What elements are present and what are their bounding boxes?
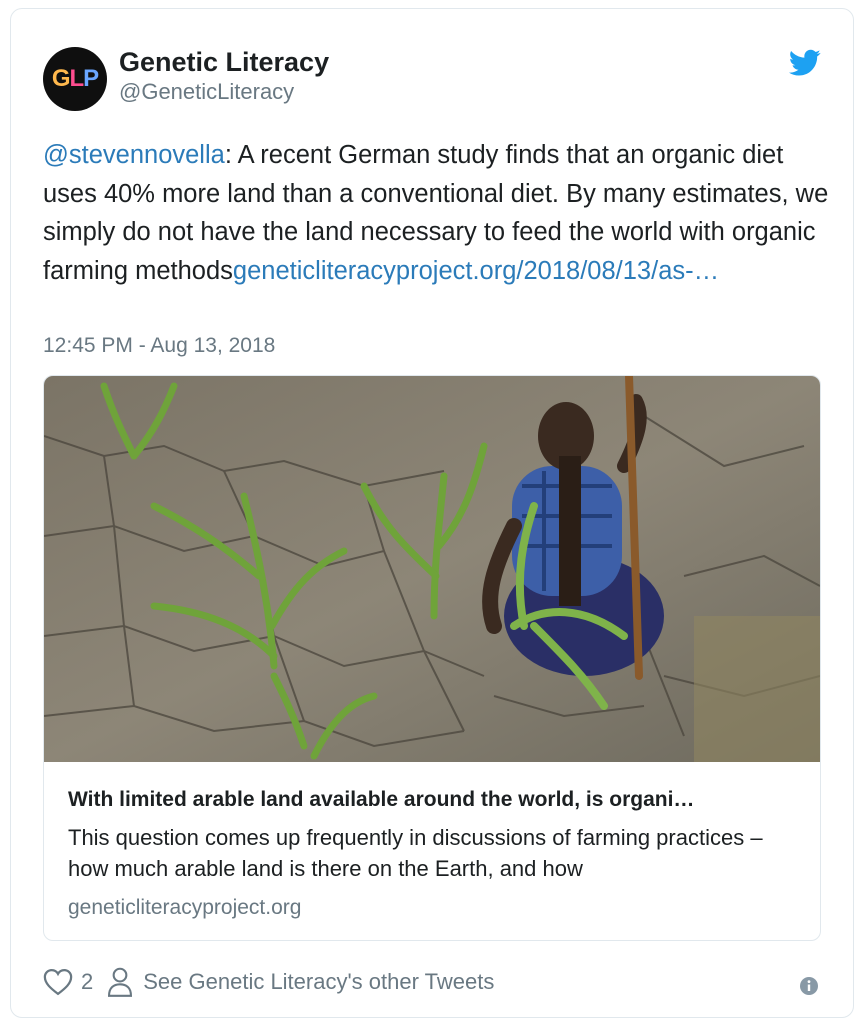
avatar-letter-g: G <box>51 65 71 92</box>
author-name[interactable]: Genetic Literacy <box>119 47 329 78</box>
person-icon <box>108 967 133 997</box>
card-title: With limited arable land available aroun… <box>68 788 695 811</box>
avatar-letter-l: L <box>69 65 84 92</box>
card-domain: geneticliteracyproject.org <box>68 896 302 919</box>
link-preview-card[interactable]: With limited arable land available aroun… <box>43 375 821 941</box>
like-count[interactable]: 2 <box>81 969 93 995</box>
info-icon[interactable] <box>799 976 819 996</box>
avatar-letter-p: P <box>83 65 99 92</box>
heart-icon[interactable] <box>43 968 73 996</box>
author-handle[interactable]: @GeneticLiteracy <box>119 79 294 105</box>
card-description: This question comes up frequently in dis… <box>68 825 763 881</box>
article-link[interactable]: geneticliteracyproject.org/2018/08/13/as… <box>233 257 719 285</box>
twitter-bird-icon[interactable] <box>789 49 821 77</box>
avatar[interactable]: GLP <box>43 47 107 111</box>
tweet-text: @stevennovella: A recent German study fi… <box>43 136 833 290</box>
tweet-actions: 2 See Genetic Literacy's other Tweets <box>43 964 494 1000</box>
see-other-tweets-link[interactable]: See Genetic Literacy's other Tweets <box>143 969 494 995</box>
tweet-card: GLP Genetic Literacy @GeneticLiteracy @s… <box>10 8 854 1018</box>
timestamp[interactable]: 12:45 PM - Aug 13, 2018 <box>43 334 275 358</box>
card-image <box>44 376 820 762</box>
mention-link[interactable]: @stevennovella <box>43 141 225 169</box>
